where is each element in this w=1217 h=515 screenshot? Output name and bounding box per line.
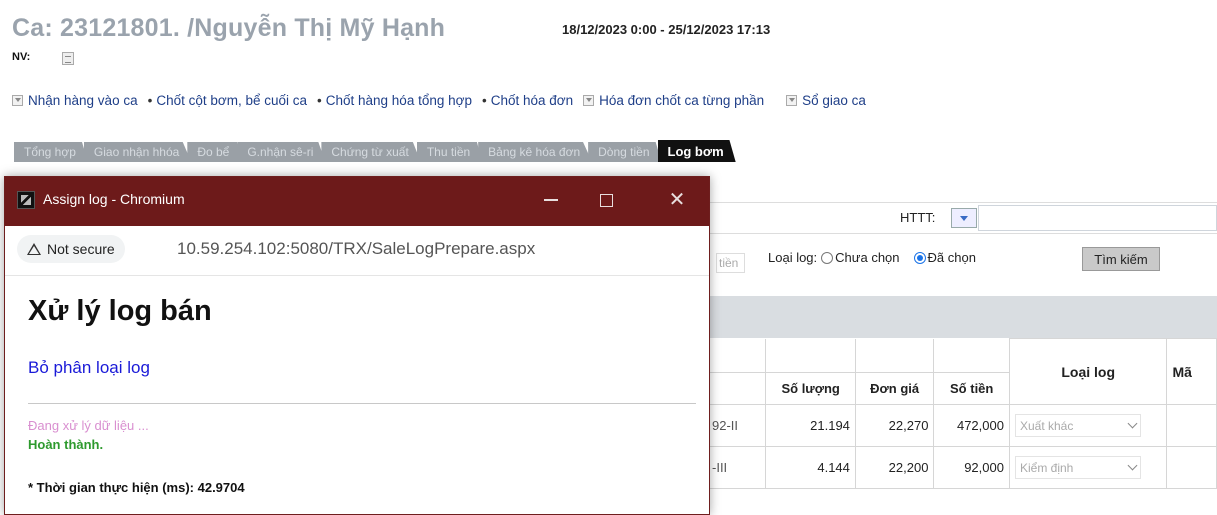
col-header-unit-price: Đơn giá — [854, 372, 935, 405]
row-amount: 472,000 — [933, 404, 1010, 447]
log-table: Loại log Mã Số lượng Đơn giá Số tiền 92-… — [705, 338, 1217, 489]
radio-not-selected[interactable] — [821, 251, 834, 264]
tab-item[interactable]: Chứng từ xuất — [321, 142, 421, 162]
nv-label: NV: — [12, 51, 31, 63]
minimize-button[interactable] — [533, 185, 569, 215]
window-titlebar[interactable]: Assign log - Chromium ✕ — [5, 177, 709, 226]
remove-log-classification-link[interactable]: Bỏ phân loại log — [28, 358, 150, 378]
log-type-select[interactable]: Kiểm định — [1014, 456, 1141, 479]
col-header-amount: Số tiền — [933, 372, 1010, 405]
url-text[interactable]: 10.59.254.102:5080/TRX/SaleLogPrepare.as… — [177, 239, 535, 259]
menu-item[interactable]: • Chốt hàng hóa tổng hợp — [317, 93, 472, 108]
maximize-button[interactable] — [588, 185, 624, 215]
log-type-label: Loại log: — [768, 250, 818, 265]
search-button[interactable]: Tìm kiếm — [1082, 247, 1160, 271]
chevron-down-icon — [960, 215, 968, 221]
assign-log-window: Assign log - Chromium ✕ Not secure 10.59… — [4, 176, 710, 515]
radio-not-selected-label[interactable]: Chưa chọn — [835, 250, 899, 265]
divider — [28, 403, 696, 404]
shift-title: Ca: 23121801. /Nguyễn Thị Mỹ Hạnh — [12, 14, 446, 42]
amount-field-fragment[interactable]: tiền — [716, 253, 746, 273]
close-button[interactable]: ✕ — [659, 185, 695, 215]
log-type-filter: Loại log: Chưa chọn Đã chọn — [768, 250, 976, 265]
httt-label: HTTT: — [900, 210, 936, 225]
row-quantity: 4.144 — [765, 446, 856, 489]
tab-item[interactable]: G.nhận sê-ri — [237, 142, 326, 162]
tab-item[interactable]: Tổng hợp — [14, 142, 88, 162]
bullet-icon: • — [317, 92, 322, 108]
row-amount: 92,000 — [933, 446, 1010, 489]
tab-bar: Tổng hợp Giao nhận hhóa Đo bể G.nhận sê-ri C… — [14, 140, 736, 162]
list-icon[interactable] — [62, 52, 74, 65]
httt-dropdown[interactable] — [951, 208, 977, 228]
chevron-down-icon — [1127, 418, 1138, 429]
row-unit-price: 22,270 — [854, 404, 935, 447]
tab-item[interactable]: Thu tiền — [416, 142, 483, 162]
menu-item[interactable]: Nhận hàng vào ca — [12, 93, 138, 108]
window-title: Assign log - Chromium — [43, 191, 185, 207]
dropdown-box-icon — [786, 94, 798, 106]
chevron-down-icon — [1127, 460, 1138, 471]
row-unit-price: 22,200 — [854, 446, 935, 489]
action-menu: Nhận hàng vào ca • Chốt cột bơm, bể cuối c… — [12, 91, 876, 109]
page-heading: Xử lý log bán — [28, 295, 212, 327]
dropdown-box-icon — [12, 94, 23, 106]
dropdown-box-icon — [583, 94, 595, 106]
row-code-fragment: 92-II — [705, 404, 767, 447]
app-icon — [17, 191, 35, 209]
radio-selected[interactable] — [913, 251, 926, 264]
processing-status: Đang xử lý dữ liệu ... — [28, 418, 149, 433]
tab-active[interactable]: Log bơm — [657, 140, 736, 162]
table-toolbar — [706, 296, 1217, 338]
menu-item[interactable]: • Chốt cột bơm, bể cuối ca — [148, 93, 307, 108]
tab-item[interactable]: Đo bể — [187, 142, 242, 162]
popup-content: Xử lý log bán Bỏ phân loại log Đang xử l… — [5, 277, 709, 515]
menu-item[interactable]: Sổ giao ca — [786, 93, 866, 108]
minimize-icon — [544, 199, 558, 201]
log-type-select[interactable]: Xuất khác — [1014, 414, 1141, 437]
tab-item[interactable]: Bảng kê hóa đơn — [478, 142, 593, 162]
security-chip[interactable]: Not secure — [17, 235, 125, 263]
address-bar: Not secure 10.59.254.102:5080/TRX/SaleLo… — [5, 226, 709, 276]
menu-item[interactable]: • Chốt hóa đơn — [482, 93, 573, 108]
completed-status: Hoàn thành. — [28, 437, 104, 452]
radio-selected-label[interactable]: Đã chọn — [928, 250, 976, 265]
bullet-icon: • — [481, 92, 487, 108]
table-row[interactable]: 92-II 21.194 22,270 472,000 Xuất khác — [705, 404, 1217, 447]
maximize-icon — [599, 193, 613, 207]
warning-icon — [27, 243, 41, 255]
tab-item[interactable]: Giao nhận hhóa — [83, 142, 192, 162]
execution-time: * Thời gian thực hiện (ms): 42.9704 — [28, 480, 245, 495]
menu-item[interactable]: Hóa đơn chốt ca từng phần — [583, 93, 764, 108]
close-icon: ✕ — [668, 189, 686, 211]
row-code-fragment: -III — [705, 446, 767, 489]
col-header-quantity: Số lượng — [765, 372, 856, 405]
bullet-icon: • — [147, 92, 153, 108]
httt-input[interactable] — [978, 205, 1217, 231]
shift-date-range: 18/12/2023 0:00 - 25/12/2023 17:13 — [562, 22, 771, 37]
col-header-code: Mã — [1166, 338, 1217, 405]
row-quantity: 21.194 — [765, 404, 856, 447]
tab-item[interactable]: Dòng tiền — [588, 142, 662, 162]
col-header-log-type: Loại log — [1008, 338, 1168, 405]
table-row[interactable]: -III 4.144 22,200 92,000 Kiểm định — [705, 446, 1217, 489]
